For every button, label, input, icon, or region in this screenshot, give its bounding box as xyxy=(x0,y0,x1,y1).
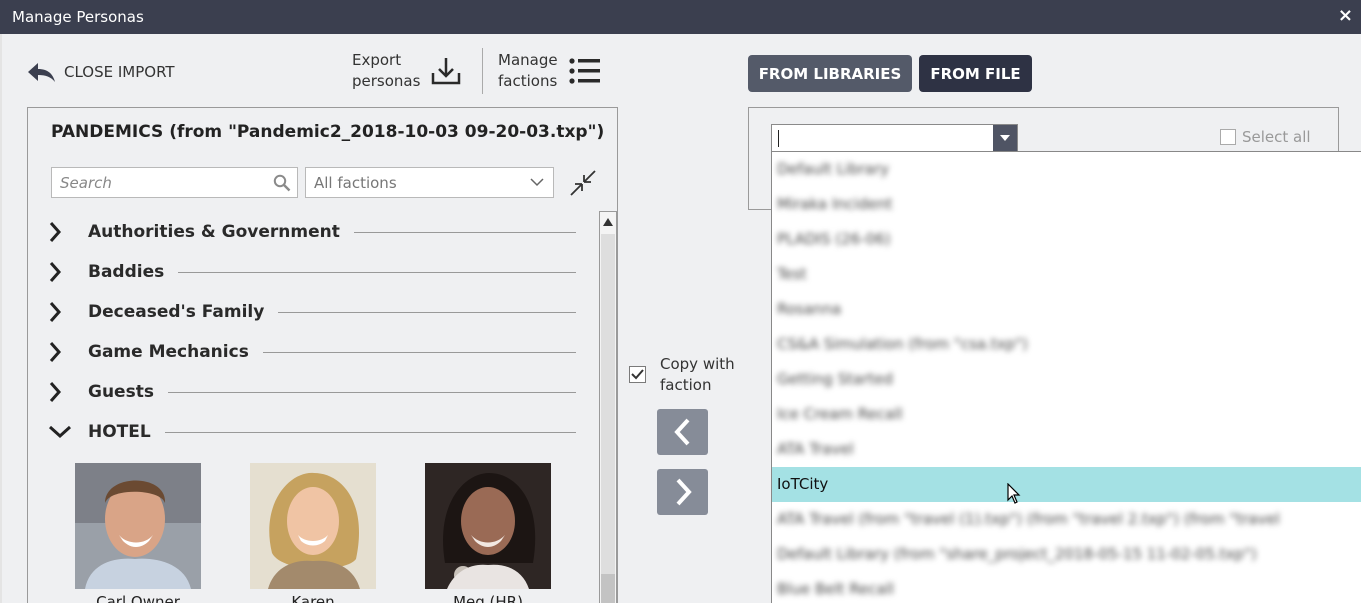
dropdown-item[interactable]: ATA Travel xyxy=(772,432,1361,467)
faction-name: Game Mechanics xyxy=(88,342,249,362)
checkmark-icon xyxy=(631,369,644,380)
divider-line xyxy=(167,391,576,393)
download-icon xyxy=(432,58,461,85)
title-bar: Manage Personas × xyxy=(0,0,1361,34)
dropdown-item[interactable]: Getting Started xyxy=(772,362,1361,397)
faction-name: Authorities & Government xyxy=(88,222,340,242)
copy-with-faction-label-line1: Copy with xyxy=(660,355,735,373)
divider-line xyxy=(353,231,576,233)
persona-name: Karen xyxy=(291,593,335,603)
faction-name: Baddies xyxy=(88,262,165,282)
move-right-button[interactable] xyxy=(657,469,708,515)
chevron-right-icon xyxy=(49,222,62,242)
faction-group[interactable]: Guests xyxy=(48,372,576,412)
scroll-track xyxy=(601,234,615,574)
triangle-up-icon xyxy=(603,218,613,226)
chevron-down-icon xyxy=(48,425,72,439)
dropdown-item[interactable]: CS&A Simulation (from "csa.txp") xyxy=(772,327,1361,362)
copy-with-faction-label-line2: faction xyxy=(660,376,712,394)
export-personas-button[interactable]: Export personas xyxy=(352,50,462,92)
faction-group-expanded[interactable]: HOTEL xyxy=(48,412,576,452)
divider-line xyxy=(278,311,576,313)
dropdown-item[interactable]: Rosanna xyxy=(772,292,1361,327)
list-icon xyxy=(568,58,600,84)
faction-group[interactable]: Deceased's Family xyxy=(48,292,576,332)
export-label-line1: Export xyxy=(352,51,402,69)
faction-tree: Authorities & Government Baddies Decease… xyxy=(48,212,576,452)
faction-name: Guests xyxy=(88,382,154,402)
from-file-button[interactable]: FROM FILE xyxy=(919,55,1032,92)
divider-line xyxy=(178,271,576,273)
copy-with-faction-option[interactable]: Copy with faction xyxy=(629,354,735,396)
copy-with-faction-checkbox[interactable] xyxy=(629,366,646,383)
persona-name: Carl Owner xyxy=(96,593,180,603)
export-label-line2: personas xyxy=(352,72,421,90)
chevron-left-icon xyxy=(673,418,689,446)
chevron-down-icon xyxy=(530,178,544,187)
persona-avatar xyxy=(75,463,201,589)
triangle-down-icon xyxy=(1000,135,1010,141)
factions-filter-dropdown[interactable]: All factions xyxy=(305,167,554,198)
persona-card[interactable]: Meg (HR) xyxy=(425,463,551,603)
manage-label-line1: Manage xyxy=(498,51,558,69)
vertical-scrollbar[interactable] xyxy=(599,211,617,603)
dropdown-item[interactable]: Default Library (from "share_project_201… xyxy=(772,537,1361,572)
panel-title: PANDEMICS (from "Pandemic2_2018-10-03 09… xyxy=(51,122,605,142)
toolbar-divider xyxy=(482,48,483,94)
chevron-right-icon xyxy=(49,302,62,322)
persona-name: Meg (HR) xyxy=(453,593,523,603)
dropdown-item-selected[interactable]: IoTCity xyxy=(772,467,1361,502)
faction-name: HOTEL xyxy=(88,422,151,442)
dropdown-item[interactable]: Default Library xyxy=(772,152,1361,187)
persona-avatar xyxy=(250,463,376,589)
close-import-button[interactable]: CLOSE IMPORT xyxy=(26,61,175,83)
chevron-right-icon xyxy=(49,382,62,402)
close-import-label: CLOSE IMPORT xyxy=(64,63,175,81)
back-arrow-icon xyxy=(28,63,55,82)
search-box[interactable] xyxy=(51,167,298,198)
select-all-checkbox[interactable] xyxy=(1220,129,1236,145)
move-left-button[interactable] xyxy=(657,409,708,455)
persona-card[interactable]: Karen xyxy=(250,463,376,603)
select-all-label: Select all xyxy=(1242,128,1311,146)
dropdown-item[interactable]: Miraka Incident xyxy=(772,187,1361,222)
library-dropdown-list[interactable]: Default Library Miraka Incident PLADIS (… xyxy=(771,151,1361,603)
faction-name: Deceased's Family xyxy=(88,302,265,322)
dropdown-item[interactable]: Blue Belt Recall xyxy=(772,572,1361,603)
chevron-right-icon xyxy=(49,262,62,282)
manage-factions-button[interactable]: Manage factions xyxy=(498,50,602,92)
divider-line xyxy=(164,431,576,433)
dropdown-item[interactable]: Ice Cream Recall xyxy=(772,397,1361,432)
dropdown-item[interactable]: Test xyxy=(772,257,1361,292)
text-caret xyxy=(778,130,779,147)
factions-filter-value: All factions xyxy=(314,174,397,192)
collapse-icon[interactable] xyxy=(568,168,598,198)
chevron-right-icon xyxy=(676,478,692,506)
library-combobox[interactable] xyxy=(771,124,1018,152)
source-persona-panel: PANDEMICS (from "Pandemic2_2018-10-03 09… xyxy=(27,107,618,603)
manage-label-line2: factions xyxy=(498,72,558,90)
from-libraries-button[interactable]: FROM LIBRARIES xyxy=(748,55,912,92)
persona-avatar xyxy=(425,463,551,589)
scroll-thumb[interactable] xyxy=(601,574,615,603)
scroll-up-button[interactable] xyxy=(600,212,616,232)
faction-group[interactable]: Game Mechanics xyxy=(48,332,576,372)
close-window-button[interactable]: × xyxy=(1338,5,1353,26)
chevron-right-icon xyxy=(49,342,62,362)
window-title: Manage Personas xyxy=(12,8,144,26)
persona-grid: Carl Owner Karen Meg (HR) xyxy=(75,463,600,603)
combo-dropdown-button[interactable] xyxy=(993,125,1017,151)
dropdown-item[interactable]: ATA Travel (from "travel (1).txp") (from… xyxy=(772,502,1361,537)
faction-group[interactable]: Authorities & Government xyxy=(48,212,576,252)
search-icon[interactable] xyxy=(273,174,291,192)
dropdown-item[interactable]: PLADIS (26-06) xyxy=(772,222,1361,257)
divider-line xyxy=(262,351,576,353)
search-input[interactable] xyxy=(52,168,262,197)
persona-card[interactable]: Carl Owner xyxy=(75,463,201,603)
faction-group[interactable]: Baddies xyxy=(48,252,576,292)
select-all-option[interactable]: Select all xyxy=(1220,128,1311,146)
